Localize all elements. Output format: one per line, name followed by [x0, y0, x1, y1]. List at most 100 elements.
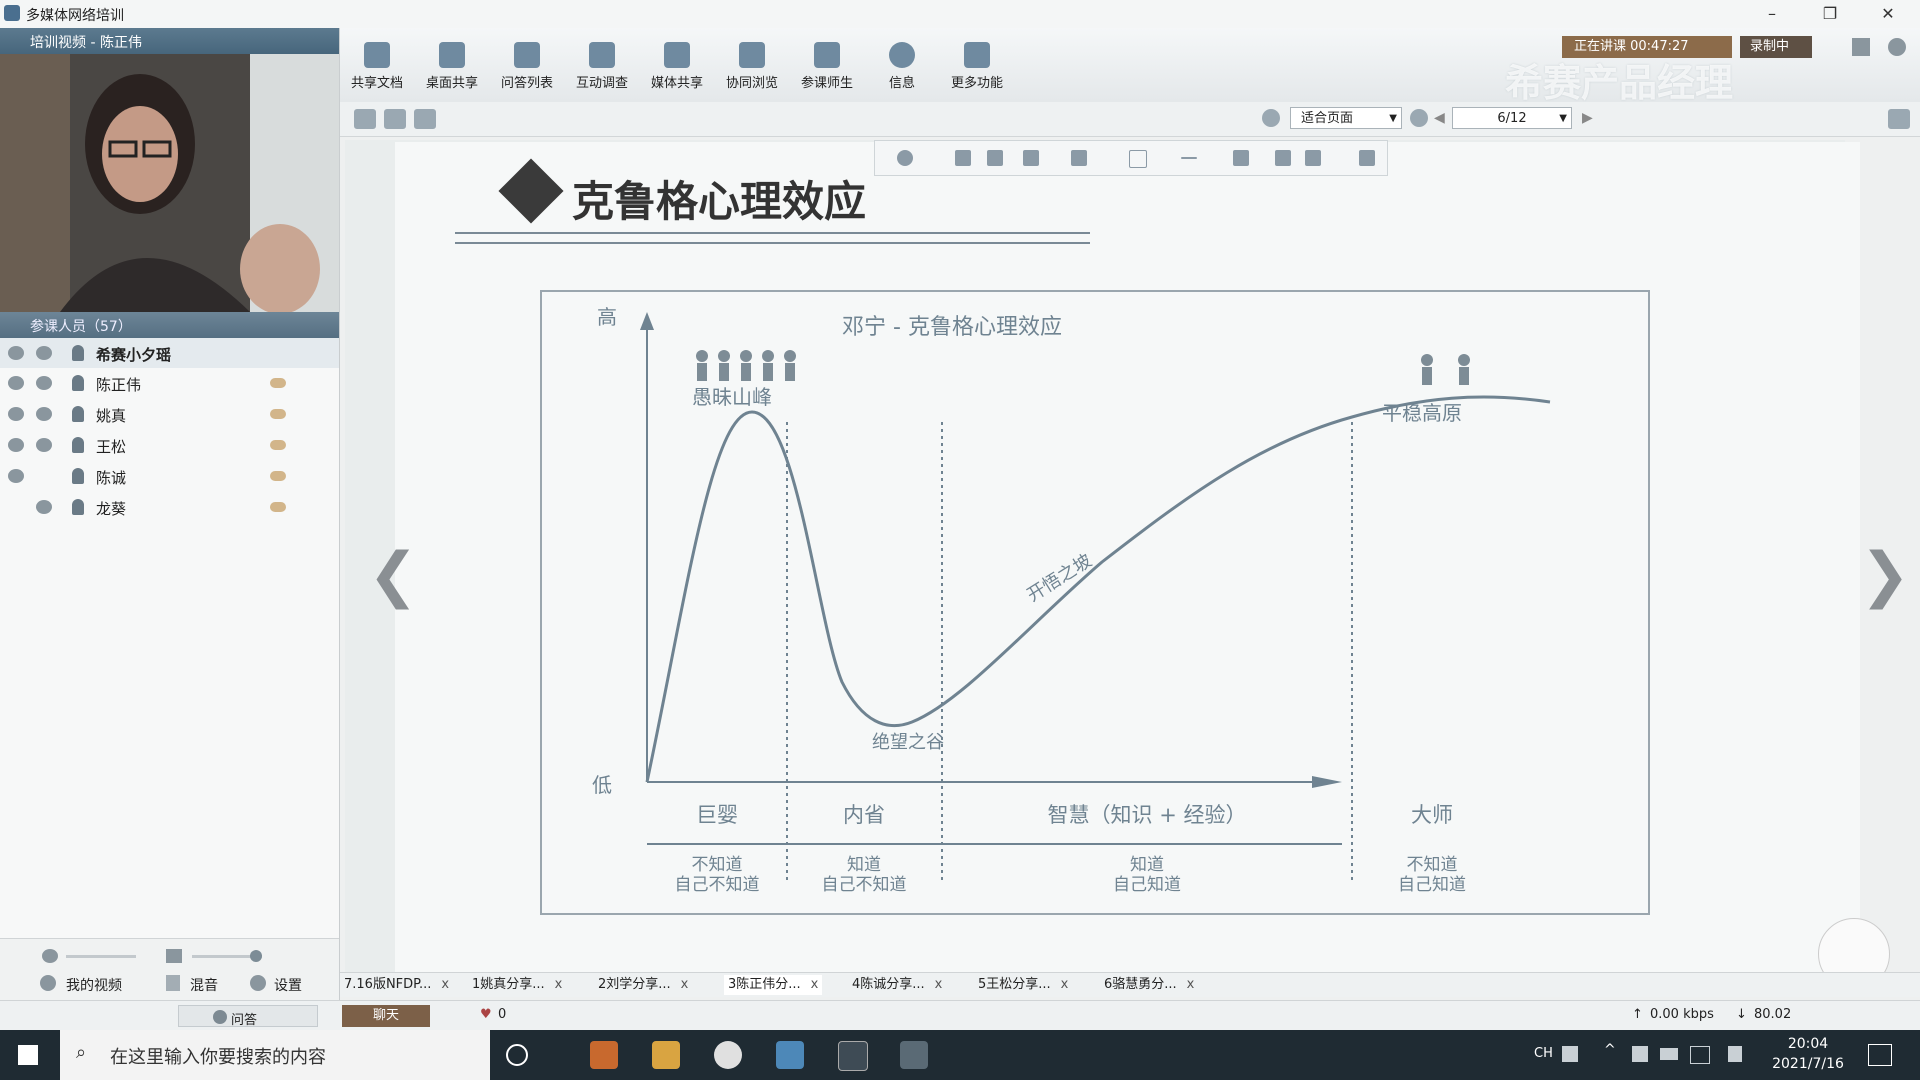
desktop-share-button[interactable]: 桌面共享	[415, 32, 489, 100]
powerpoint-icon[interactable]	[590, 1041, 618, 1069]
ime-icon[interactable]	[1562, 1046, 1578, 1062]
chat-icon[interactable]	[270, 378, 286, 388]
volume-handle[interactable]	[250, 950, 262, 962]
share-document-button[interactable]: 共享文档	[340, 32, 414, 100]
tab-doc[interactable]: 5王松分享... x	[978, 975, 1068, 995]
annotation-valley-despair: 绝望之谷	[872, 732, 944, 753]
text-icon[interactable]	[1233, 150, 1249, 166]
screenshot-icon[interactable]	[414, 109, 436, 129]
close-icon[interactable]: x	[811, 977, 819, 992]
survey-button[interactable]: 互动调查	[565, 32, 639, 100]
participant-row[interactable]: 陈诚	[0, 461, 339, 491]
chart-title: 邓宁 - 克鲁格心理效应	[842, 315, 1062, 340]
close-icon[interactable]: x	[1061, 977, 1069, 992]
stage-desc-line1: 不知道	[692, 855, 743, 875]
media-share-button[interactable]: 媒体共享	[640, 32, 714, 100]
chat-icon[interactable]	[270, 440, 286, 450]
tab-doc[interactable]: 6骆慧勇分... x	[1104, 975, 1194, 995]
presenter-video-frame	[0, 54, 339, 312]
minimize-button[interactable]: –	[1752, 2, 1792, 26]
taskbar-search[interactable]: ⌕ 在这里输入你要搜索的内容	[60, 1030, 490, 1080]
tray-icon[interactable]	[1632, 1046, 1648, 1062]
rectangle-icon[interactable]	[1129, 150, 1147, 168]
my-video-icon	[40, 975, 56, 991]
c-app-icon-2[interactable]	[900, 1041, 928, 1069]
layout-icon[interactable]	[1852, 38, 1870, 56]
close-button[interactable]: ✕	[1868, 2, 1908, 26]
chat-icon[interactable]	[270, 409, 286, 419]
line-icon[interactable]	[1181, 157, 1197, 159]
chat-icon[interactable]	[270, 471, 286, 481]
zoom-select[interactable]: 适合页面 ▼	[1290, 107, 1402, 129]
page-select[interactable]: 6/12 ▼	[1452, 107, 1572, 129]
battery-icon[interactable]	[1660, 1048, 1678, 1060]
my-video-button[interactable]: 我的视频	[66, 975, 122, 995]
new-document-icon[interactable]	[384, 109, 406, 129]
cortana-icon[interactable]	[506, 1044, 528, 1066]
participant-row[interactable]: 龙葵	[0, 492, 339, 522]
chat-icon[interactable]	[270, 502, 286, 512]
qa-list-button[interactable]: 问答列表	[490, 32, 564, 100]
recording-indicator[interactable]: 录制中	[1740, 36, 1812, 58]
prev-page-icon[interactable]: ◀	[1434, 110, 1445, 126]
mix-button[interactable]: 混音	[190, 975, 218, 995]
eraser-icon[interactable]	[955, 150, 971, 166]
camera-icon	[36, 346, 52, 360]
mic-icon[interactable]	[42, 949, 58, 963]
next-page-icon[interactable]: ▶	[1582, 110, 1593, 126]
close-icon[interactable]: x	[681, 977, 689, 992]
network-icon[interactable]	[1690, 1046, 1710, 1064]
participant-row[interactable]: 陈正伟	[0, 368, 339, 398]
gear-icon[interactable]	[1888, 38, 1906, 56]
participant-row[interactable]: 王松	[0, 430, 339, 460]
chevron-up-icon[interactable]: ^	[1604, 1042, 1616, 1058]
gear-icon	[250, 975, 266, 991]
taskbar-clock[interactable]: 20:04 2021/7/16	[1768, 1034, 1848, 1074]
notification-icon[interactable]	[1868, 1044, 1892, 1066]
pen-workspace-icon[interactable]	[1728, 1046, 1742, 1062]
pen-icon[interactable]	[1023, 150, 1039, 166]
training-app-icon[interactable]	[776, 1041, 804, 1069]
select-icon[interactable]	[987, 150, 1003, 166]
fill-icon[interactable]	[1275, 150, 1291, 166]
windows-start-icon[interactable]	[18, 1045, 38, 1065]
co-browse-button[interactable]: 协同浏览	[715, 32, 789, 100]
pointer-icon[interactable]	[897, 150, 913, 166]
next-slide-arrow[interactable]: ❯	[1860, 540, 1910, 610]
chrome-icon[interactable]	[714, 1041, 742, 1069]
file-explorer-icon[interactable]	[652, 1041, 680, 1069]
info-button[interactable]: 信息	[865, 32, 939, 100]
maximize-button[interactable]: ❐	[1810, 2, 1850, 26]
clear-icon[interactable]	[1359, 150, 1375, 166]
c-app-icon[interactable]	[838, 1041, 868, 1071]
participant-name: 陈诚	[96, 469, 127, 487]
prev-slide-arrow[interactable]: ❮	[368, 540, 418, 610]
participant-row[interactable]: 希赛小夕瑶	[0, 338, 339, 368]
highlighter-icon[interactable]	[1071, 150, 1087, 166]
chat-button[interactable]: 聊天	[342, 1005, 430, 1027]
input-language[interactable]: CH	[1534, 1046, 1553, 1061]
tab-doc[interactable]: 1姚真分享... x	[472, 975, 562, 995]
grid-icon	[964, 42, 990, 68]
tab-doc[interactable]: 7.16版NFDP... x	[344, 975, 449, 995]
refresh-icon[interactable]	[1262, 109, 1280, 127]
fullscreen-icon[interactable]	[1888, 109, 1910, 129]
attendees-button[interactable]: 参课师生	[790, 32, 864, 100]
open-folder-icon[interactable]	[354, 109, 376, 129]
settings-button[interactable]: 设置	[274, 975, 302, 995]
tab-doc[interactable]: 4陈诚分享... x	[852, 975, 942, 995]
mic-volume-slider[interactable]	[66, 955, 136, 958]
close-icon[interactable]: x	[555, 977, 563, 992]
close-icon[interactable]: x	[441, 977, 449, 992]
close-icon[interactable]: x	[935, 977, 943, 992]
tab-doc[interactable]: 2刘学分享... x	[598, 975, 688, 995]
zoom-out-icon[interactable]	[1410, 109, 1428, 127]
more-features-button[interactable]: 更多功能	[940, 32, 1014, 100]
qa-tab[interactable]: 问答	[178, 1005, 318, 1028]
tab-doc-active[interactable]: 3陈正伟分... x	[724, 975, 823, 995]
speaker-icon[interactable]	[166, 949, 182, 963]
line-width-icon[interactable]	[1305, 150, 1321, 166]
heart-icon[interactable]: ♥	[480, 1007, 492, 1022]
close-icon[interactable]: x	[1187, 977, 1195, 992]
participant-row[interactable]: 姚真	[0, 399, 339, 429]
